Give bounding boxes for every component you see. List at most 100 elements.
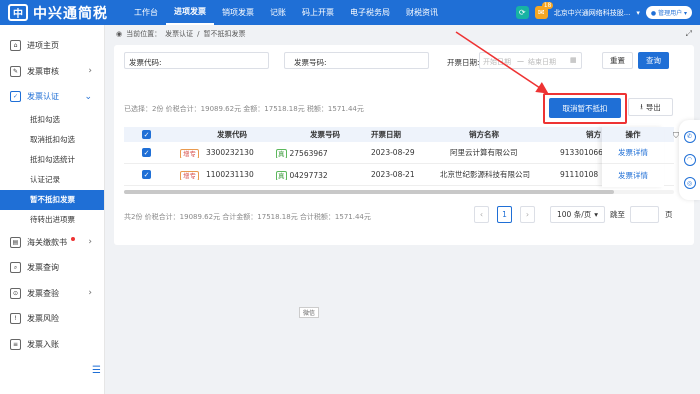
table-row[interactable]: ✓ 增专 1100231130 真 04297732 2023-08-21 北京世… <box>124 164 674 186</box>
reset-button[interactable]: 重置 <box>602 52 633 69</box>
issue-date: 2023-08-29 <box>371 148 415 157</box>
sidebar: ⌂ 进项主页 ✎ 发票审核 › ✓ 发票认证 ⌄ 抵扣勾选 取消抵扣勾选 抵扣勾… <box>0 25 105 394</box>
page-size-value: 100 条/页 <box>557 210 592 219</box>
nav-bookkeeping[interactable]: 记账 <box>262 0 294 25</box>
invoice-detail-link[interactable]: 发票详情 <box>602 142 664 164</box>
header-seller-name: 销方名称 <box>469 130 499 139</box>
sidebar-item-ledger[interactable]: ≡ 发票入账 <box>0 332 104 358</box>
nav-output-invoice[interactable]: 销项发票 <box>214 0 262 25</box>
invoice-code: 1100231130 <box>206 170 254 179</box>
phone-icon[interactable]: ✆ <box>683 130 696 143</box>
chevron-right-icon: › <box>88 237 92 248</box>
company-selector[interactable]: 北京中兴通网络科技股... <box>554 8 631 18</box>
sidebar-sub-cancel-deduct-select[interactable]: 取消抵扣勾选 <box>0 130 104 150</box>
sidebar-item-label: 海关缴款书 <box>27 237 67 247</box>
chevron-down-icon: ⌄ <box>84 91 92 102</box>
sidebar-sub-certify-records[interactable]: 认证记录 <box>0 170 104 190</box>
seller-name: 北京世纪影源科技有限公司 <box>440 170 530 179</box>
check-icon: ✓ <box>142 130 151 139</box>
sidebar-item-label: 发票认证 <box>27 92 59 102</box>
goto-page-input[interactable] <box>630 206 659 223</box>
prev-page-button[interactable]: ‹ <box>474 206 489 223</box>
invoice-code: 3300232130 <box>206 148 254 157</box>
user-menu[interactable]: ● 管理用户 ▾ <box>645 6 692 19</box>
nav-quick-invoice[interactable]: 码上开票 <box>294 0 342 25</box>
download-icon: ⭳ <box>640 101 643 111</box>
invoice-code-input[interactable] <box>124 52 269 69</box>
invoice-number-input[interactable] <box>284 52 429 69</box>
sidebar-item-risk[interactable]: ! 发票风险 <box>0 306 104 332</box>
breadcrumb-level1[interactable]: 发票认证 <box>165 29 193 39</box>
date-end-placeholder: 结束日期 <box>528 58 556 66</box>
sidebar-item-label: 发票入账 <box>27 339 59 349</box>
header-seller-tax-id: 销方 <box>586 130 601 139</box>
risk-icon: ! <box>10 313 21 325</box>
row-checkbox[interactable]: ✓ <box>142 148 151 157</box>
page-size-select[interactable]: 100 条/页 ▾ <box>550 206 605 223</box>
red-dot-badge <box>71 236 75 241</box>
cancel-no-deduct-button[interactable]: 取消暂不抵扣 <box>549 98 621 118</box>
vat-special-tag: 增专 <box>180 148 199 158</box>
pagination: ‹ 1 › <box>474 206 535 223</box>
invoice-number: 27563967 <box>289 148 328 158</box>
issue-date: 2023-08-21 <box>371 170 415 179</box>
sidebar-item-label: 发票查询 <box>27 263 59 273</box>
sidebar-item-customs[interactable]: ▤ 海关缴款书 › <box>0 230 104 256</box>
selection-summary: 已选择：2份 价税合计：19089.62元 金额：17518.18元 税额：15… <box>124 105 364 113</box>
date-start-placeholder: 开始日期 <box>483 58 511 66</box>
user-name: 管理用户 <box>658 10 683 17</box>
top-bar: 中 中兴通简税 工作台 进项发票 销项发票 记账 码上开票 电子税务局 财税资讯… <box>0 0 700 25</box>
export-label: 导出 <box>645 102 661 112</box>
row-checkbox[interactable]: ✓ <box>142 170 151 179</box>
sidebar-sub-pending-transfer[interactable]: 待转出进项票 <box>0 210 104 230</box>
scrollbar-thumb[interactable] <box>124 190 614 194</box>
sidebar-item-label: 发票风险 <box>27 314 59 324</box>
sidebar-item-home[interactable]: ⌂ 进项主页 <box>0 33 104 59</box>
nav-e-tax-bureau[interactable]: 电子税务局 <box>342 0 398 25</box>
page-number[interactable]: 1 <box>497 206 512 223</box>
logo-mark-icon: 中 <box>8 4 28 21</box>
sidebar-item-verify[interactable]: ⊙ 发票查验 › <box>0 281 104 307</box>
select-all-checkbox[interactable]: ✓ <box>142 130 151 139</box>
table-row[interactable]: ✓ 增专 3300232130 真 27563967 2023-08-29 阿里云… <box>124 142 674 164</box>
issue-date-label: 开票日期: <box>447 58 480 67</box>
notification-area[interactable]: ✉ 18 <box>534 2 554 19</box>
page-unit-label: 页 <box>665 210 673 219</box>
invoice-number: 04297732 <box>289 170 328 180</box>
sidebar-collapse-icon[interactable]: ☰ <box>92 365 101 376</box>
user-avatar-icon: ● <box>650 10 659 17</box>
app-logo[interactable]: 中 中兴通简税 <box>0 3 126 23</box>
wechat-icon[interactable]: ◎ <box>683 177 696 190</box>
next-page-button[interactable]: › <box>520 206 535 223</box>
main-content: ◉ 当前位置： 发票认证 / 暂不抵扣发票 ⤢ 发票代码: 发票号码: 开票日期… <box>106 25 700 394</box>
nav-input-invoice[interactable]: 进项发票 <box>166 0 214 25</box>
verify-icon: ⊙ <box>10 287 21 299</box>
seller-name: 阿里云计算有限公司 <box>450 148 518 157</box>
calendar-icon[interactable]: ▦ <box>570 56 577 64</box>
main-nav: 工作台 进项发票 销项发票 记账 码上开票 电子税务局 财税资讯 <box>126 0 446 25</box>
refresh-icon[interactable]: ⟳ <box>515 6 529 19</box>
horizontal-scrollbar[interactable] <box>124 190 674 194</box>
sidebar-sub-no-deduct-invoices[interactable]: 暂不抵扣发票 <box>0 189 104 210</box>
sidebar-item-certify[interactable]: ✓ 发票认证 ⌄ <box>0 84 104 110</box>
headset-icon[interactable]: ◠ <box>683 153 696 166</box>
sidebar-item-audit[interactable]: ✎ 发票审核 › <box>0 59 104 85</box>
floating-toolbar: ✆ ◠ ◎ <box>679 120 700 200</box>
sidebar-item-label: 进项主页 <box>27 41 59 51</box>
fullscreen-icon[interactable]: ⤢ <box>686 29 692 39</box>
sidebar-item-query[interactable]: ⌕ 发票查询 <box>0 255 104 281</box>
query-icon: ⌕ <box>10 262 21 274</box>
query-button[interactable]: 查询 <box>638 52 669 69</box>
nav-workbench[interactable]: 工作台 <box>126 0 166 25</box>
goto-label: 跳至 <box>610 210 625 219</box>
top-right-area: ⟳ ✉ 18 北京中兴通网络科技股... ▾ ● 管理用户 ▾ <box>515 0 700 25</box>
certify-icon: ✓ <box>10 91 21 103</box>
export-button[interactable]: ⭳ 导出 <box>628 98 673 116</box>
chevron-right-icon: › <box>88 288 92 299</box>
sidebar-sub-deduct-select[interactable]: 抵扣勾选 <box>0 110 104 130</box>
nav-tax-news[interactable]: 财税资讯 <box>398 0 446 25</box>
chevron-down-icon[interactable]: ▾ <box>636 9 640 17</box>
invoice-detail-link[interactable]: 发票详情 <box>602 164 664 186</box>
wechat-tooltip: 微信 <box>299 307 319 318</box>
sidebar-sub-deduct-stats[interactable]: 抵扣勾选统计 <box>0 150 104 170</box>
